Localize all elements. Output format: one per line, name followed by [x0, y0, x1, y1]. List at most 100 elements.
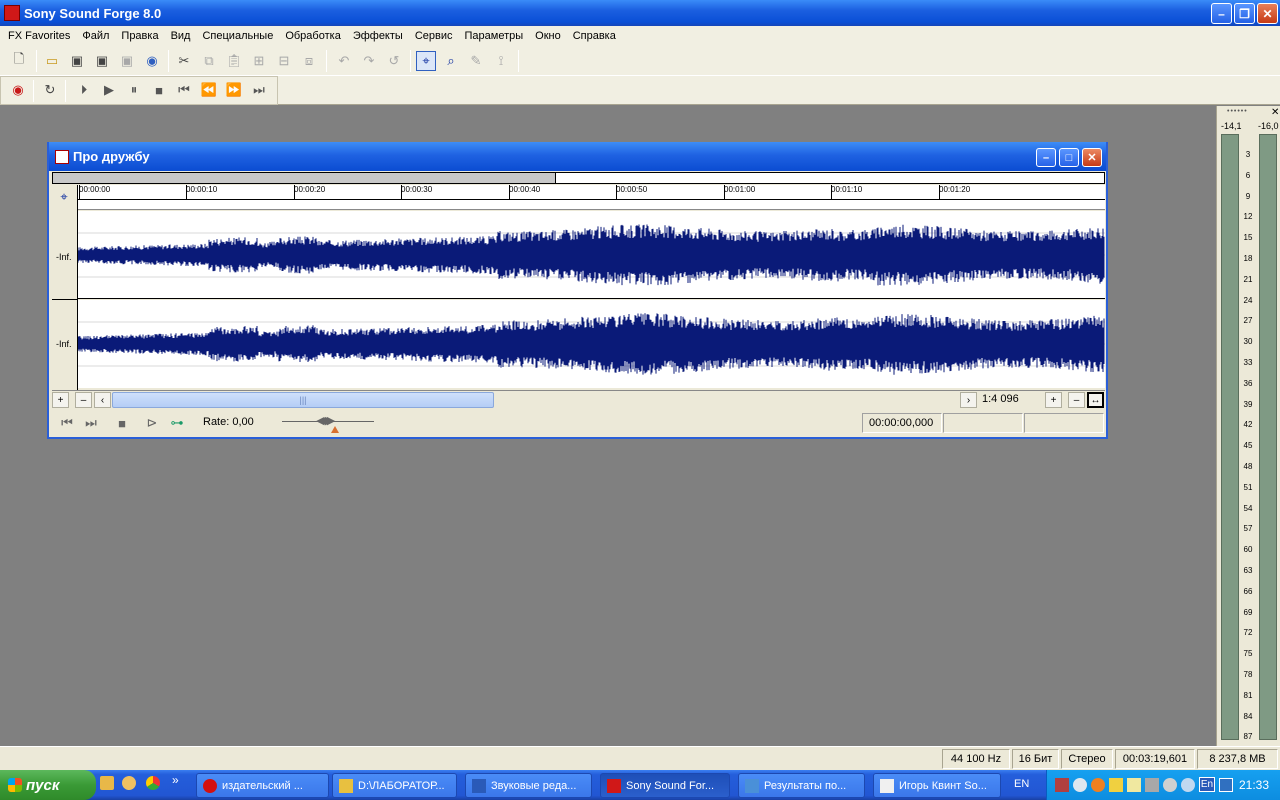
play-all-icon[interactable]: ⏵ — [75, 81, 93, 99]
copy-icon[interactable]: ⧉ — [200, 52, 218, 70]
zoom-in-vertical-button[interactable]: + — [52, 392, 69, 408]
loop-icon[interactable]: ↻ — [41, 81, 59, 99]
minimize-button[interactable]: – — [1211, 3, 1232, 24]
tray-volume-icon[interactable] — [1163, 778, 1177, 792]
selection-start-field[interactable] — [943, 413, 1023, 433]
quicklaunch-chrome-icon[interactable] — [146, 776, 160, 790]
waveform-channel-2[interactable] — [78, 300, 1105, 388]
stop-icon[interactable]: ■ — [113, 414, 131, 432]
restore-button[interactable]: ❐ — [1234, 3, 1255, 24]
menu-effects[interactable]: Эффекты — [347, 30, 409, 42]
quicklaunch-show-desktop-icon[interactable] — [100, 776, 114, 790]
play-icon[interactable]: ▶ — [100, 81, 118, 99]
taskbar-item-folder[interactable]: D:\ЛАБОРАТОР... — [332, 773, 457, 798]
zoom-normalize-button[interactable]: ↔ — [1087, 392, 1104, 408]
taskbar-item-label: издательский ... — [222, 779, 303, 792]
cut-icon[interactable]: ✂ — [175, 52, 193, 70]
time-ruler[interactable]: 00:00:00 00:00:10 00:00:20 00:00:30 00:0… — [78, 185, 1105, 200]
stop-icon[interactable]: ■ — [150, 81, 168, 99]
undo-icon[interactable]: ↶ — [335, 52, 353, 70]
meter-close-icon[interactable]: ✕ — [1271, 107, 1279, 118]
doc-close-button[interactable]: ✕ — [1082, 148, 1102, 167]
tray-sound-icon[interactable] — [1145, 778, 1159, 792]
taskbar-item-explorer[interactable]: Результаты по... — [738, 773, 865, 798]
rewind-icon[interactable]: ⏪ — [200, 81, 218, 99]
play-normal-icon[interactable]: ⊶ — [168, 414, 186, 432]
save-all-icon[interactable]: ▣ — [118, 52, 136, 70]
zoom-in-button[interactable]: + — [1045, 392, 1062, 408]
taskbar-item-opera[interactable]: издательский ... — [196, 773, 329, 798]
doc-minimize-button[interactable]: – — [1036, 148, 1056, 167]
magnify-tool-icon[interactable]: ⌕ — [442, 52, 460, 70]
paste-new-icon[interactable]: ⊞ — [250, 52, 268, 70]
meter-scale-tick: 81 — [1243, 690, 1253, 700]
repeat-icon[interactable]: ↺ — [385, 52, 403, 70]
quicklaunch-media-icon[interactable] — [122, 776, 136, 790]
play-icon[interactable]: ⊳ — [143, 414, 161, 432]
size-status: 8 237,8 MB — [1197, 749, 1278, 769]
meter-grip[interactable]: •••••• — [1227, 108, 1248, 115]
taskbar-item-soundforge[interactable]: Sony Sound For... — [600, 773, 730, 798]
menu-window[interactable]: Окно — [529, 30, 567, 42]
scrollbar-thumb[interactable]: ||| — [112, 392, 494, 408]
scroll-left-button[interactable]: ‹ — [94, 392, 111, 408]
rate-slider-thumb[interactable]: ◀◆▶ — [316, 414, 335, 427]
tray-update-icon[interactable] — [1091, 778, 1105, 792]
redo-icon[interactable]: ↷ — [360, 52, 378, 70]
tray-display-icon[interactable] — [1181, 778, 1195, 792]
scroll-right-button[interactable]: › — [960, 392, 977, 408]
record-icon[interactable]: ◉ — [9, 81, 27, 99]
pencil-tool-icon[interactable]: ✎ — [467, 52, 485, 70]
pause-icon[interactable]: ⏸ — [125, 81, 143, 99]
language-indicator[interactable]: EN — [1014, 778, 1029, 790]
menu-help[interactable]: Справка — [567, 30, 622, 42]
fast-forward-icon[interactable]: ⏩ — [225, 81, 243, 99]
envelope-tool-icon[interactable]: ⟟ — [492, 52, 510, 70]
zoom-out-button[interactable]: – — [1068, 392, 1085, 408]
menu-view[interactable]: Вид — [165, 30, 197, 42]
menu-process[interactable]: Обработка — [279, 30, 346, 42]
go-to-start-icon[interactable]: ⏮ — [58, 414, 76, 432]
data-window-title: Про дружбу — [73, 149, 150, 164]
mix-icon[interactable]: ⊟ — [275, 52, 293, 70]
go-to-end-icon[interactable]: ⏭ — [250, 81, 268, 99]
menu-options[interactable]: Параметры — [459, 30, 530, 42]
selection-length-field[interactable] — [1024, 413, 1104, 433]
new-file-icon[interactable]: 🗋 — [10, 51, 28, 70]
tray-network-icon[interactable] — [1073, 778, 1087, 792]
close-button[interactable]: ✕ — [1257, 3, 1278, 24]
save-icon[interactable]: ▣ — [68, 52, 86, 70]
marker-bar[interactable] — [78, 200, 1105, 210]
render-icon[interactable]: ◉ — [143, 52, 161, 70]
tray-app-icon[interactable] — [1055, 778, 1069, 792]
zoom-out-vertical-button[interactable]: – — [75, 392, 92, 408]
go-to-end-icon[interactable]: ⏭ — [82, 414, 100, 432]
quicklaunch-more-icon[interactable]: » — [172, 773, 179, 787]
paste-icon[interactable]: 📋︎ — [225, 52, 243, 70]
menu-special[interactable]: Специальные — [196, 30, 279, 42]
start-button[interactable]: пуск — [0, 770, 96, 800]
menu-edit[interactable]: Правка — [115, 30, 164, 42]
save-as-icon[interactable]: ▣ — [93, 52, 111, 70]
tray-bf-icon[interactable] — [1109, 778, 1123, 792]
waveform-channel-1[interactable] — [78, 211, 1105, 299]
taskbar-item-notepad[interactable]: Игорь Квинт So... — [873, 773, 1001, 798]
menu-tools[interactable]: Сервис — [409, 30, 459, 42]
edit-tool-indicator-icon[interactable]: ⌖ — [55, 188, 73, 206]
folder-icon — [339, 778, 353, 793]
tray-window-icon[interactable] — [1219, 778, 1233, 792]
overview-bar[interactable] — [52, 172, 1105, 184]
trim-icon[interactable]: ⧈ — [300, 52, 318, 70]
go-to-start-icon[interactable]: ⏮ — [175, 81, 193, 99]
meter-scale-tick: 39 — [1243, 399, 1253, 409]
tray-lang-icon[interactable]: En — [1199, 777, 1215, 792]
taskbar-item-word[interactable]: Звуковые реда... — [465, 773, 592, 798]
tray-notes-icon[interactable] — [1127, 778, 1141, 792]
doc-maximize-button[interactable]: □ — [1059, 148, 1079, 167]
edit-tool-icon[interactable]: ⌖ — [416, 51, 436, 71]
app-titlebar: Sony Sound Forge 8.0 – ❐ ✕ — [0, 0, 1280, 26]
menu-file[interactable]: Файл — [76, 30, 115, 42]
position-field[interactable]: 00:00:00,000 — [862, 413, 942, 433]
open-folder-icon[interactable]: ▭ — [43, 52, 61, 70]
menu-fx-favorites[interactable]: FX Favorites — [2, 30, 76, 42]
